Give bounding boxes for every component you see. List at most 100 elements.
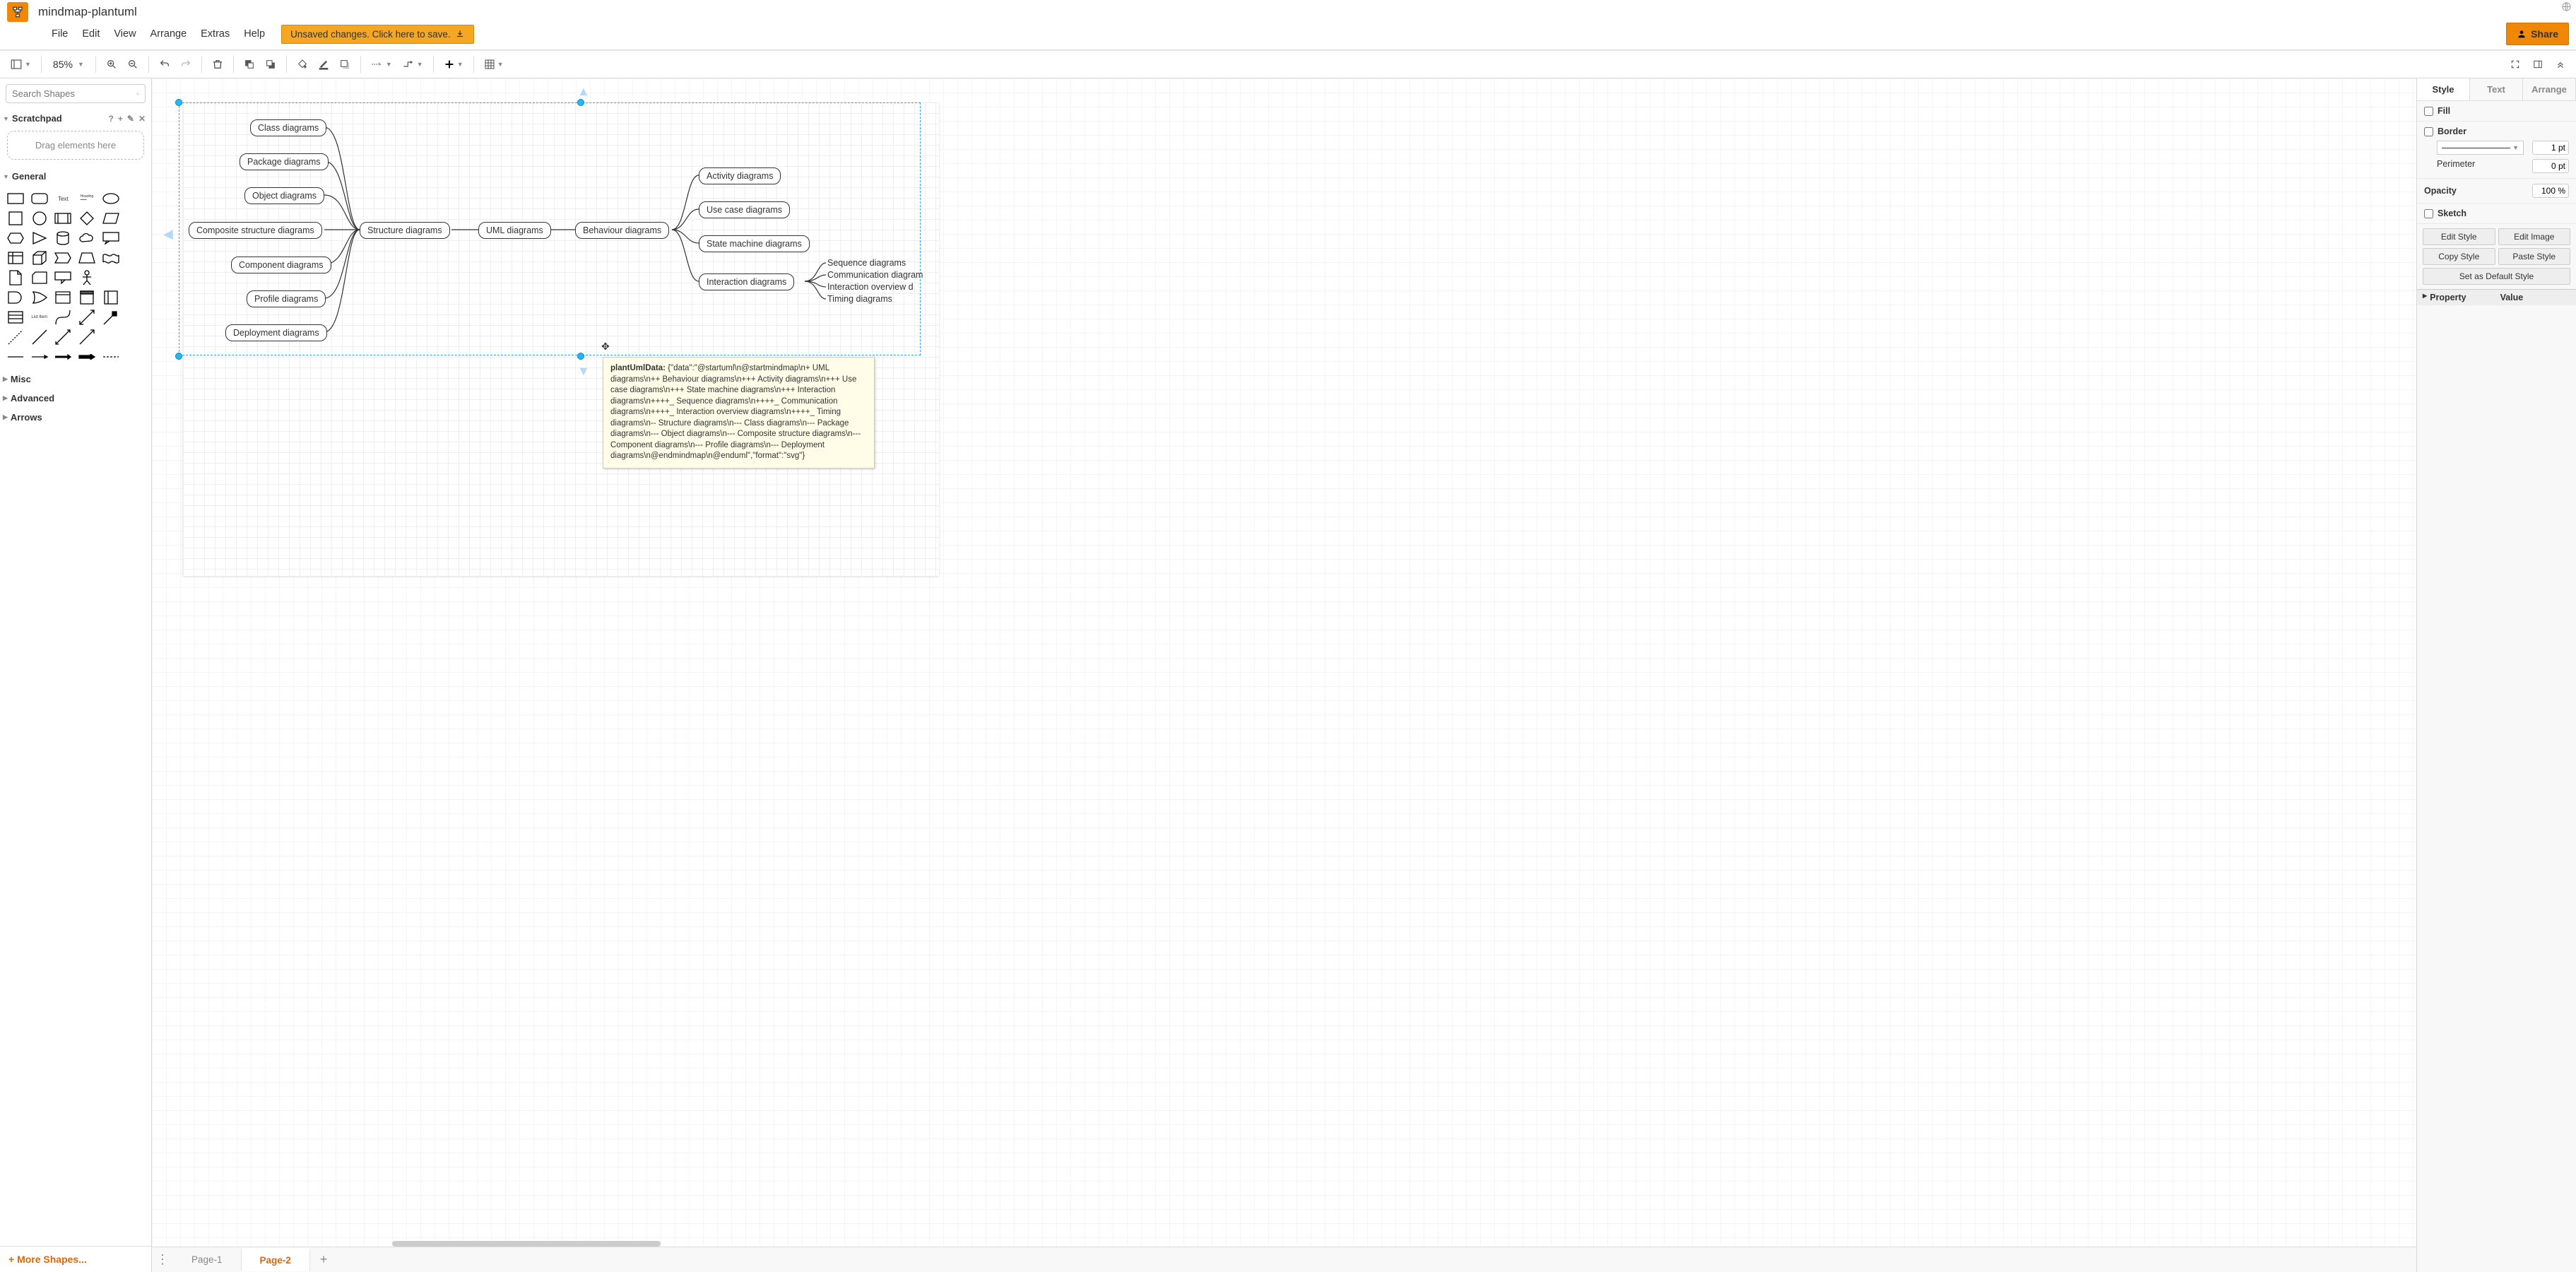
help-icon[interactable]: ? [109, 114, 114, 124]
menu-file[interactable]: File [45, 25, 74, 42]
shape-blank3[interactable] [124, 230, 144, 247]
menu-arrange[interactable]: Arrange [144, 25, 194, 42]
border-checkbox[interactable]: Border [2424, 126, 2569, 136]
tab-page-1[interactable]: Page-1 [173, 1249, 242, 1271]
shape-arrow[interactable] [77, 329, 97, 346]
delete-button[interactable] [208, 54, 228, 74]
node-sequence[interactable]: Sequence diagrams [827, 258, 906, 268]
app-logo[interactable] [7, 2, 28, 22]
table-button[interactable]: ▼ [480, 54, 508, 74]
add-icon[interactable]: + [118, 114, 123, 124]
zoom-level[interactable]: 85%▼ [47, 59, 90, 70]
general-section[interactable]: ▼General [0, 167, 151, 186]
shape-callout[interactable] [101, 230, 121, 247]
shape-cloud[interactable] [77, 230, 97, 247]
resize-arrow-up[interactable]: ▲ [577, 84, 590, 99]
shape-rounded[interactable] [30, 190, 49, 207]
misc-section[interactable]: ▶Misc [0, 370, 151, 389]
undo-button[interactable] [155, 54, 175, 74]
shape-listitem[interactable]: List Item [30, 309, 49, 326]
node-component[interactable]: Component diagrams [231, 257, 331, 273]
shape-blank9[interactable] [101, 329, 121, 346]
shape-blank8[interactable] [124, 309, 144, 326]
shape-step[interactable] [53, 249, 73, 266]
shape-datastore[interactable] [53, 289, 73, 306]
scratchpad-header[interactable]: ▼Scratchpad ? + ✎ ✕ [0, 109, 151, 128]
node-object[interactable]: Object diagrams [244, 187, 324, 204]
fill-checkbox[interactable]: Fill [2424, 106, 2450, 116]
node-statemachine[interactable]: State machine diagrams [699, 235, 810, 252]
shape-blank10[interactable] [124, 329, 144, 346]
handle-sw[interactable] [175, 353, 182, 360]
scratchpad-dropzone[interactable]: Drag elements here [7, 131, 144, 160]
shape-and[interactable] [6, 289, 25, 306]
shape-cylinder[interactable] [53, 230, 73, 247]
shape-cube[interactable] [30, 249, 49, 266]
shape-parallelogram[interactable] [101, 210, 121, 227]
search-shapes-input[interactable] [6, 84, 146, 103]
node-deployment[interactable]: Deployment diagrams [225, 324, 327, 341]
edit-image-button[interactable]: Edit Image [2498, 228, 2571, 245]
shape-link3[interactable] [53, 348, 73, 365]
shape-or[interactable] [30, 289, 49, 306]
edit-style-button[interactable]: Edit Style [2423, 228, 2495, 245]
node-timing[interactable]: Timing diagrams [827, 294, 892, 304]
shape-trapezoid[interactable] [77, 249, 97, 266]
node-composite[interactable]: Composite structure diagrams [189, 222, 322, 239]
shape-line[interactable] [30, 329, 49, 346]
node-uml[interactable]: UML diagrams [478, 222, 551, 239]
shape-arrow-bi[interactable] [77, 309, 97, 326]
sketch-checkbox[interactable]: Sketch [2424, 208, 2466, 218]
menu-extras[interactable]: Extras [194, 25, 236, 42]
zoom-out-button[interactable] [123, 54, 143, 74]
document-title[interactable]: mindmap-plantuml [38, 5, 137, 19]
horizontal-scrollbar[interactable] [392, 1241, 661, 1247]
pages-menu-button[interactable]: ⋮ [152, 1252, 173, 1267]
shape-rect[interactable] [6, 190, 25, 207]
node-overview[interactable]: Interaction overview d [827, 282, 914, 292]
unsaved-changes-button[interactable]: Unsaved changes. Click here to save. [281, 25, 474, 44]
shape-blank11[interactable] [124, 348, 144, 365]
node-communication[interactable]: Communication diagram [827, 270, 923, 280]
line-color-button[interactable] [314, 54, 333, 74]
border-width-input[interactable] [2532, 141, 2569, 155]
paste-style-button[interactable]: Paste Style [2498, 248, 2571, 265]
copy-style-button[interactable]: Copy Style [2423, 248, 2495, 265]
to-front-button[interactable] [240, 54, 259, 74]
shape-triangle[interactable] [30, 230, 49, 247]
shape-callout2[interactable] [53, 269, 73, 286]
opacity-input[interactable] [2532, 184, 2569, 198]
view-mode-button[interactable]: ▼ [6, 54, 35, 74]
fill-color-button[interactable] [293, 54, 312, 74]
connection-button[interactable]: ▼ [367, 54, 396, 74]
tab-arrange[interactable]: Arrange [2523, 78, 2576, 100]
shape-dash[interactable] [6, 329, 25, 346]
fullscreen-button[interactable] [2505, 54, 2525, 74]
shape-blank[interactable] [124, 190, 144, 207]
advanced-section[interactable]: ▶Advanced [0, 389, 151, 408]
handle-nw[interactable] [175, 99, 182, 106]
format-panel-button[interactable] [2528, 54, 2548, 74]
shape-link4[interactable] [77, 348, 97, 365]
edit-icon[interactable]: ✎ [127, 114, 134, 124]
menu-help[interactable]: Help [237, 25, 271, 42]
node-structure[interactable]: Structure diagrams [360, 222, 450, 239]
shape-blank6[interactable] [124, 269, 144, 286]
shape-process[interactable] [53, 210, 73, 227]
shape-tape[interactable] [101, 249, 121, 266]
shape-card[interactable] [30, 269, 49, 286]
tab-page-2[interactable]: Page-2 [242, 1248, 310, 1271]
tab-style[interactable]: Style [2417, 78, 2470, 100]
canvas[interactable]: ▲ ◀ ▼ [152, 78, 2416, 1247]
globe-icon[interactable] [2561, 1, 2572, 12]
shape-blank2[interactable] [124, 210, 144, 227]
shape-text[interactable]: Text [53, 190, 73, 207]
shape-arrow-thick[interactable] [101, 309, 121, 326]
node-usecase[interactable]: Use case diagrams [699, 201, 790, 218]
resize-arrow-down[interactable]: ▼ [577, 364, 590, 379]
border-style-select[interactable]: ▼ [2437, 141, 2524, 155]
node-package[interactable]: Package diagrams [240, 153, 329, 170]
shape-list[interactable] [6, 309, 25, 326]
insert-button[interactable]: ▼ [439, 54, 468, 74]
collapse-button[interactable] [2551, 54, 2570, 74]
